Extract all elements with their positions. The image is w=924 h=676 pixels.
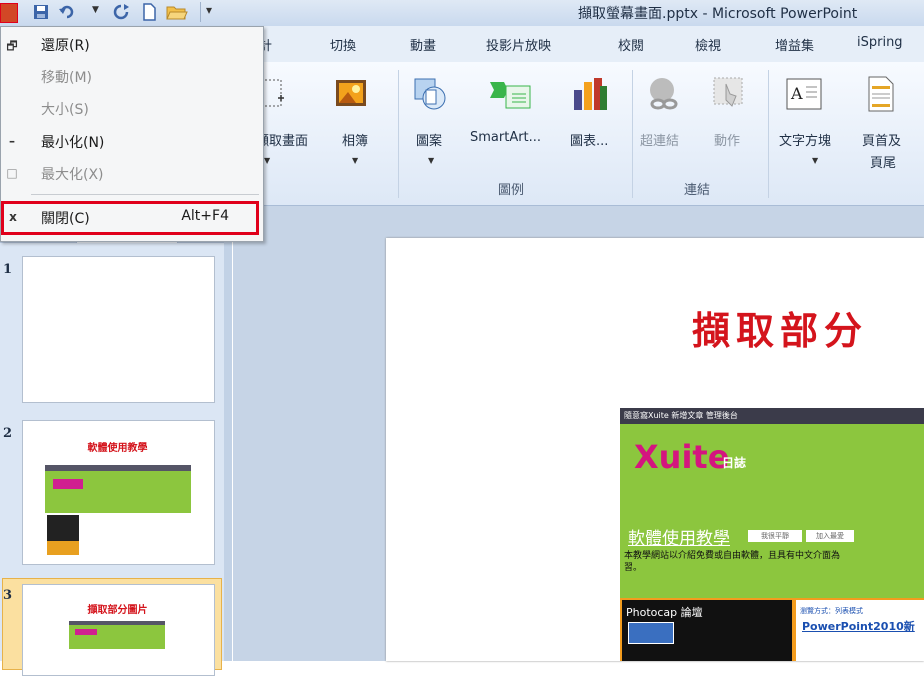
ribbon-separator bbox=[398, 70, 399, 198]
header-footer-icon[interactable] bbox=[866, 76, 896, 112]
smartart-icon[interactable] bbox=[488, 76, 532, 112]
thumbnail-title: 軟體使用教學 bbox=[87, 443, 148, 454]
open-folder-icon[interactable] bbox=[166, 3, 188, 21]
photo-album-dropdown-icon[interactable]: ▼ bbox=[352, 156, 358, 165]
shapes-button[interactable]: 圖案 bbox=[416, 130, 442, 149]
action-button: 動作 bbox=[714, 134, 741, 149]
redo-icon[interactable] bbox=[112, 3, 130, 21]
undo-icon[interactable] bbox=[58, 3, 76, 21]
undo-dropdown-icon[interactable]: ▼ bbox=[92, 5, 99, 15]
maximize-icon: □ bbox=[6, 166, 18, 180]
sidebar-title: Photocap 論壇 bbox=[626, 606, 703, 619]
blog-description-line2: 習。 bbox=[624, 563, 643, 573]
close-icon: x bbox=[9, 210, 17, 224]
thumbnail-screenshot-image bbox=[69, 621, 165, 661]
ribbon-separator bbox=[632, 70, 633, 198]
menu-item-label: 移動(M) bbox=[41, 70, 93, 86]
slide-number-2: 2 bbox=[3, 426, 13, 441]
hyperlink-icon bbox=[650, 78, 678, 110]
window-system-menu: 🗗 還原(R) 移動(M) 大小(S) – 最小化(N) □ 最大化(X) x … bbox=[0, 26, 264, 242]
menu-item-label: 還原(R) bbox=[41, 38, 90, 54]
screenshot-dropdown-icon[interactable]: ▼ bbox=[264, 156, 270, 165]
mood-button: 我很平靜 bbox=[748, 530, 802, 542]
group-label-illustrations: 圖例 bbox=[498, 183, 525, 198]
minimize-icon: – bbox=[9, 134, 15, 148]
slide-number-3: 3 bbox=[3, 588, 13, 603]
title-bar: ▼ ▾ 擷取螢幕畫面.pptx - Microsoft PowerPoint bbox=[0, 0, 924, 27]
hyperlink-button: 超連結 bbox=[640, 134, 680, 149]
menu-item-label: 關閉(C) bbox=[41, 211, 90, 227]
post-area: 瀏覽方式：列表模式 PowerPoint2010新 bbox=[796, 600, 924, 661]
qat-divider bbox=[200, 2, 201, 22]
xuite-logo-suffix: 日誌 bbox=[722, 456, 747, 470]
svg-text:A: A bbox=[790, 84, 803, 103]
menu-item-restore[interactable]: 🗗 還原(R) bbox=[1, 29, 261, 61]
menu-item-label: 大小(S) bbox=[41, 102, 89, 118]
slide-thumbnail-1[interactable] bbox=[22, 256, 215, 403]
blog-title: 軟體使用教學 bbox=[628, 529, 730, 549]
menu-item-label: 最大化(X) bbox=[41, 167, 104, 183]
slide-number-1: 1 bbox=[3, 262, 13, 277]
window-title: 擷取螢幕畫面.pptx - Microsoft PowerPoint bbox=[578, 6, 858, 22]
menu-separator bbox=[31, 194, 259, 195]
menu-item-minimize[interactable]: – 最小化(N) bbox=[1, 126, 261, 158]
powerpoint-app-icon[interactable] bbox=[0, 3, 18, 23]
menu-item-move: 移動(M) bbox=[1, 61, 261, 93]
menu-item-maximize: □ 最大化(X) bbox=[1, 158, 261, 190]
slide-thumbnail-2[interactable]: 軟體使用教學 bbox=[22, 420, 215, 565]
textbox-icon[interactable]: A bbox=[786, 78, 822, 110]
customize-qat-icon[interactable]: ▾ bbox=[206, 3, 212, 17]
header-footer-button[interactable]: 頁首及 bbox=[862, 130, 901, 149]
slide-title[interactable]: 擷取部分 bbox=[692, 300, 868, 355]
chart-button[interactable]: 圖表... bbox=[570, 130, 608, 149]
menu-item-size: 大小(S) bbox=[1, 93, 261, 125]
favorite-button: 加入最愛 bbox=[806, 530, 854, 542]
tab-addins[interactable]: 增益集 bbox=[775, 35, 814, 54]
menu-item-shortcut: Alt+F4 bbox=[181, 208, 229, 224]
action-icon bbox=[713, 77, 743, 107]
header-footer-button-line2[interactable]: 頁尾 bbox=[870, 152, 896, 171]
tab-slideshow[interactable]: 投影片放映 bbox=[486, 35, 551, 54]
tab-animations[interactable]: 動畫 bbox=[410, 35, 436, 54]
photo-album-icon[interactable] bbox=[334, 76, 370, 112]
chart-icon[interactable] bbox=[570, 76, 610, 112]
shapes-icon[interactable] bbox=[412, 76, 448, 112]
xuite-logo: Xuite bbox=[634, 438, 730, 476]
textbox-button[interactable]: 文字方塊 bbox=[779, 130, 831, 149]
save-icon[interactable] bbox=[32, 3, 50, 21]
xuite-topbar: 隨意窩Xuite 新增文章 管理後台 bbox=[620, 408, 924, 424]
tab-transitions[interactable]: 切換 bbox=[330, 35, 356, 54]
tab-ispring[interactable]: iSpring bbox=[857, 35, 903, 50]
restore-icon: 🗗 bbox=[6, 39, 18, 53]
tab-view[interactable]: 檢視 bbox=[695, 35, 721, 54]
tab-review[interactable]: 校閱 bbox=[618, 35, 644, 54]
view-mode-link: 瀏覽方式：列表模式 bbox=[800, 607, 863, 615]
photo-album-button[interactable]: 相簿 bbox=[342, 130, 368, 149]
textbox-dropdown-icon[interactable]: ▼ bbox=[812, 156, 818, 165]
xuite-topbar-text: 隨意窩Xuite 新增文章 管理後台 bbox=[624, 411, 738, 420]
thumbnail-screenshot-image bbox=[45, 465, 191, 557]
shapes-dropdown-icon[interactable]: ▼ bbox=[428, 156, 434, 165]
post-title-link: PowerPoint2010新 bbox=[802, 620, 915, 633]
embedded-screenshot-image[interactable]: 隨意窩Xuite 新增文章 管理後台 Xuite 日誌 軟體使用教學 我很平靜 … bbox=[620, 408, 924, 661]
thumbnail-title: 擷取部分圖片 bbox=[87, 605, 148, 616]
menu-item-close[interactable]: x 關閉(C) Alt+F4 bbox=[1, 201, 259, 235]
current-slide[interactable]: 擷取部分 隨意窩Xuite 新增文章 管理後台 Xuite 日誌 軟體使用教學 … bbox=[386, 238, 924, 661]
group-label-links: 連結 bbox=[684, 183, 711, 198]
slide-thumbnail-3[interactable]: 擷取部分圖片 bbox=[22, 584, 215, 676]
sidebar-box: Photocap 論壇 bbox=[622, 600, 792, 661]
smartart-button[interactable]: SmartArt... bbox=[470, 130, 541, 145]
ribbon-separator bbox=[768, 70, 769, 198]
pane-scrollbar[interactable] bbox=[224, 242, 232, 661]
menu-item-label: 最小化(N) bbox=[41, 135, 105, 151]
photocap-logo bbox=[628, 622, 674, 644]
new-document-icon[interactable] bbox=[140, 3, 158, 21]
blog-description: 本教學網站以介紹免費或自由軟體，且具有中文介面為 bbox=[624, 551, 841, 561]
